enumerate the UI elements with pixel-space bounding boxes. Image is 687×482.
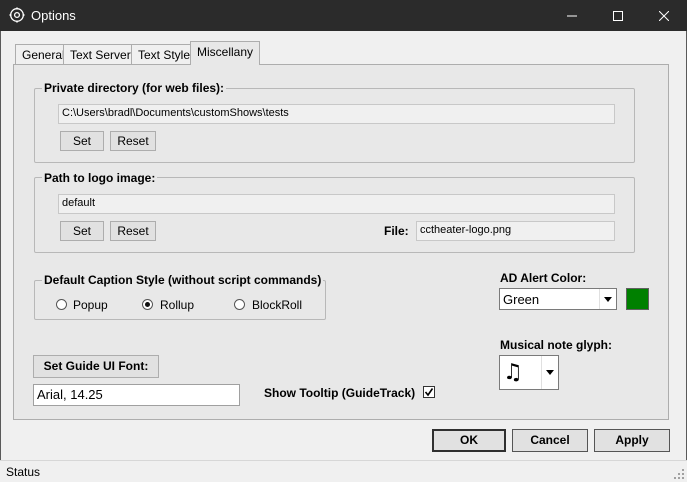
checkmark-icon — [424, 388, 434, 397]
private-directory-path[interactable]: C:\Users\bradl\Documents\customShows\tes… — [58, 104, 615, 124]
logo-reset-button[interactable]: Reset — [110, 221, 156, 241]
cancel-button[interactable]: Cancel — [512, 429, 588, 452]
caption-blockroll-radio[interactable] — [234, 299, 245, 310]
musical-note-label: Musical note glyph: — [500, 338, 613, 352]
close-icon — [659, 10, 669, 21]
ad-alert-color-swatch[interactable] — [626, 288, 649, 310]
tab-text-server[interactable]: Text Server — [63, 44, 138, 64]
window-title: Options — [31, 8, 76, 23]
chevron-down-icon[interactable] — [599, 289, 616, 309]
ad-alert-color-select[interactable]: Green — [499, 288, 617, 310]
tab-text-style[interactable]: Text Style — [131, 44, 198, 64]
set-guide-font-button[interactable]: Set Guide UI Font: — [33, 355, 159, 378]
caption-popup-label: Popup — [73, 298, 108, 312]
private-dir-reset-button[interactable]: Reset — [110, 131, 156, 151]
ad-alert-color-label: AD Alert Color: — [500, 271, 587, 285]
tab-miscellany[interactable]: Miscellany — [190, 41, 261, 65]
maximize-icon — [613, 10, 623, 21]
private-dir-set-button[interactable]: Set — [60, 131, 104, 151]
maximize-button[interactable] — [595, 0, 641, 31]
musical-note-select[interactable]: ♫ — [499, 355, 559, 390]
status-bar: Status — [0, 460, 687, 482]
logo-path-input[interactable]: default — [58, 194, 615, 214]
resize-grip-icon[interactable] — [673, 468, 685, 480]
logo-file-value: cctheater-logo.png — [416, 221, 615, 241]
minimize-button[interactable] — [549, 0, 595, 31]
musical-note-value: ♫ — [503, 360, 523, 385]
ok-button[interactable]: OK — [432, 429, 506, 452]
ad-alert-color-value: Green — [503, 292, 540, 307]
logo-file-label: File: — [384, 224, 409, 238]
logo-path-group — [34, 177, 635, 253]
caption-blockroll-label: BlockRoll — [252, 298, 303, 312]
caption-popup-radio[interactable] — [56, 299, 67, 310]
logo-set-button[interactable]: Set — [60, 221, 104, 241]
private-directory-group — [34, 88, 635, 163]
caption-rollup-radio[interactable] — [142, 299, 153, 310]
guide-font-value[interactable]: Arial, 14.25 — [33, 384, 240, 406]
show-tooltip-checkbox[interactable] — [423, 386, 435, 398]
title-bar: Options — [0, 0, 687, 31]
private-directory-label: Private directory (for web files): — [42, 81, 227, 95]
chevron-down-icon[interactable] — [541, 356, 558, 389]
caption-style-label: Default Caption Style (without script co… — [42, 273, 324, 287]
status-text: Status — [6, 465, 41, 479]
logo-path-label: Path to logo image: — [42, 171, 158, 185]
close-button[interactable] — [641, 0, 687, 31]
apply-button[interactable]: Apply — [594, 429, 670, 452]
minimize-icon — [567, 15, 577, 16]
show-tooltip-label: Show Tooltip (GuideTrack) — [264, 386, 416, 400]
caption-rollup-label: Rollup — [160, 298, 195, 312]
gear-icon — [9, 7, 25, 23]
